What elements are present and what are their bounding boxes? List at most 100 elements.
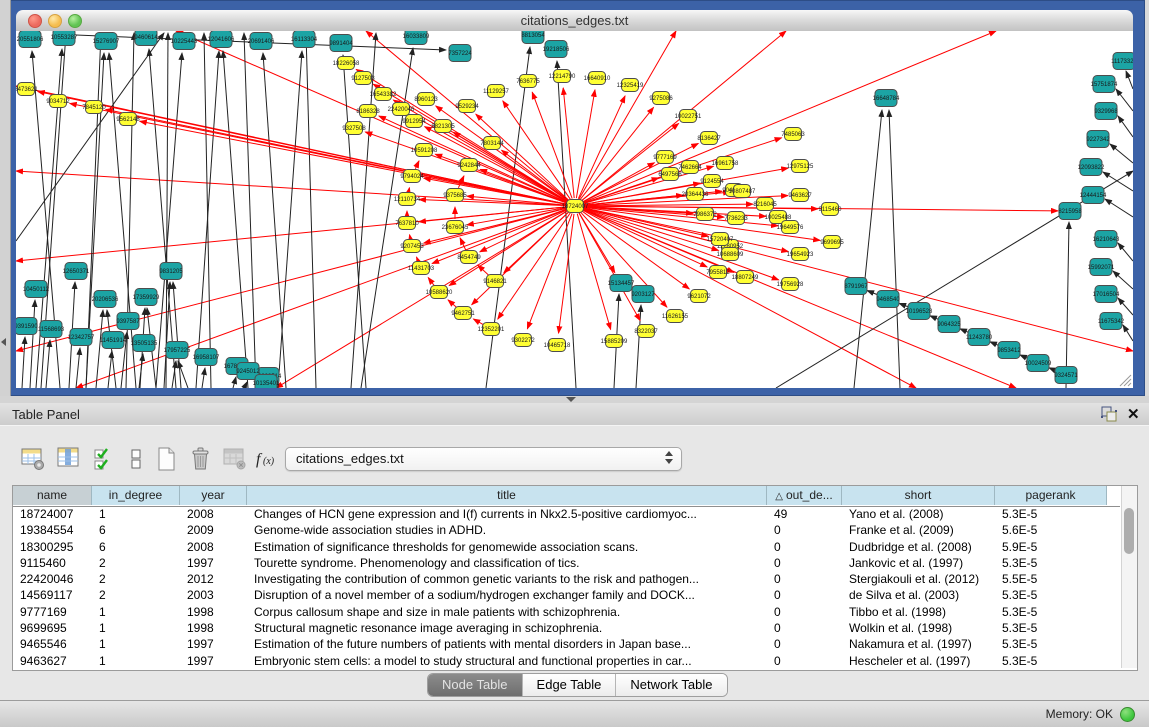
table-row[interactable]: 969969511998Structural magnetic resonanc… (13, 620, 1120, 636)
graph-node-label: 9794024 (400, 174, 424, 180)
table-cell: 2008 (180, 539, 246, 555)
table-cell: 22420046 (13, 571, 91, 587)
graph-node-label: 12650371 (63, 269, 90, 275)
column-header-name[interactable]: name (13, 486, 92, 505)
network-view-canvas[interactable]: 1872400710465718930227212352201946275110… (16, 31, 1133, 388)
sort-ascending-icon: △ (775, 491, 783, 502)
graph-node-label: 9327508 (342, 126, 366, 132)
graph-node-label: 9329968 (1094, 109, 1118, 115)
graph-node-label: 7845120 (82, 105, 106, 111)
table-cell: 1998 (180, 604, 246, 620)
graph-node-label: 8215958 (1058, 209, 1082, 215)
graph-node-label: 19218506 (543, 47, 570, 53)
graph-node-label: 20206536 (92, 297, 119, 303)
column-header-pagerank[interactable]: pagerank (995, 486, 1107, 505)
table-row[interactable]: 977716911998Corpus callosum shape and si… (13, 604, 1120, 620)
new-file-icon[interactable] (154, 446, 180, 472)
table-cell: Nakamura et al. (1997) (842, 636, 994, 652)
graph-node-label: 12093822 (1078, 165, 1105, 171)
table-cell: 2012 (180, 571, 246, 587)
node-table: namein_degreeyeartitle△out_de...shortpag… (12, 485, 1138, 671)
network-canvas-svg: 1872400710465718930227212352201946275110… (16, 31, 1133, 388)
panel-collapse-arrow-icon[interactable] (1, 338, 6, 346)
graph-node-label: 9777169 (653, 155, 677, 161)
table-chooser-value: citations_edges.txt (296, 451, 404, 466)
graph-node-label: 10024509 (1025, 361, 1052, 367)
graph-node-label: 9034712 (46, 99, 70, 105)
table-cell: 9699695 (13, 620, 91, 636)
graph-node-label: 7736233 (724, 216, 748, 222)
column-header-year[interactable]: year (180, 486, 247, 505)
graph-node-label: 8791967 (844, 284, 868, 290)
graph-node-label: 10591208 (411, 148, 438, 154)
trash-icon[interactable] (188, 446, 214, 472)
resize-grip-icon[interactable] (1119, 374, 1132, 387)
svg-text:(x): (x) (263, 456, 275, 467)
graph-node-label: 9275086 (649, 96, 673, 102)
table-cell: 0 (767, 555, 841, 571)
table-cell: 1 (92, 604, 179, 620)
graph-node-label: 16640910 (584, 76, 611, 82)
graph-node-label: 12214790 (549, 74, 576, 80)
graph-node-label: 10196528 (906, 309, 933, 315)
table-row[interactable]: 1456911722003Disruption of a novel membe… (13, 587, 1120, 603)
table-row[interactable]: 946362711997Embryonic stem cells: a mode… (13, 653, 1120, 669)
table-row[interactable]: 1830029562008Estimation of significance … (13, 539, 1120, 555)
split-pane-handle-icon[interactable] (566, 397, 576, 402)
table-row[interactable]: 911546021997Tourette syndrome. Phenomeno… (13, 555, 1120, 571)
table-row[interactable]: 946554611997Estimation of the future num… (13, 636, 1120, 652)
table-row[interactable]: 2242004622012Investigating the contribut… (13, 571, 1120, 587)
graph-node-label: 18724007 (562, 204, 589, 210)
table-cell: 9465546 (13, 636, 91, 652)
select-column-icon[interactable] (56, 446, 82, 472)
column-header-short[interactable]: short (842, 486, 995, 505)
tab-network-table[interactable]: Network Table (616, 674, 726, 696)
graph-node-label: 8960123 (414, 97, 438, 103)
table-settings-icon[interactable] (20, 446, 46, 472)
column-header-in_degree[interactable]: in_degree (92, 486, 180, 505)
table-chooser-dropdown[interactable]: citations_edges.txt (285, 447, 682, 471)
graph-node-label: 12352201 (478, 327, 505, 333)
graph-node-label: 10588620 (426, 290, 453, 296)
split-pane-divider[interactable] (0, 396, 1149, 403)
tab-edge-table[interactable]: Edge Table (523, 674, 617, 696)
table-cell: 2 (92, 587, 179, 603)
graph-node-label: 11626155 (662, 314, 689, 320)
delete-table-disabled-icon (222, 446, 248, 472)
graph-node-label: 9375685 (443, 193, 467, 199)
table-scrollbar[interactable] (1121, 486, 1137, 668)
graph-node-label: 16113304 (291, 37, 318, 43)
window-titlebar[interactable]: citations_edges.txt (16, 10, 1133, 32)
float-panel-icon[interactable] (1100, 406, 1118, 422)
graph-node-label: 11431703 (408, 266, 435, 272)
memory-status-label: Memory: OK (1046, 707, 1113, 721)
table-cell: Yano et al. (2008) (842, 506, 994, 522)
svg-text:f: f (256, 451, 263, 468)
graph-node-label: 7955812 (706, 270, 730, 276)
table-cell: 1 (92, 620, 179, 636)
table-cell: 5.3E-5 (995, 587, 1106, 603)
column-header-title[interactable]: title (247, 486, 767, 505)
function-builder-icon[interactable]: f (x) (254, 446, 284, 472)
select-checked-rows-icon[interactable] (92, 446, 118, 472)
table-cell: 5.5E-5 (995, 571, 1106, 587)
tab-node-table[interactable]: Node Table (428, 674, 523, 696)
table-cell: 5.3E-5 (995, 555, 1106, 571)
table-cell: 0 (767, 653, 841, 669)
status-bar: Memory: OK (0, 700, 1149, 727)
scrollbar-thumb[interactable] (1124, 508, 1134, 554)
close-panel-icon[interactable]: ✕ (1127, 405, 1140, 423)
table-panel-title: Table Panel (12, 407, 80, 422)
table-cell: Embryonic stem cells: a model to study s… (247, 653, 766, 669)
graph-node-label: 10135401 (253, 381, 280, 387)
graph-node-label: 10688609 (717, 252, 744, 258)
graph-node-label: 9699695 (820, 240, 844, 246)
column-header-out_de[interactable]: △out_de... (767, 486, 842, 505)
right-panel-edge (1145, 0, 1149, 396)
graph-node-label: 15885209 (601, 339, 628, 345)
table-row[interactable]: 1938455462009Genome-wide association stu… (13, 522, 1120, 538)
combo-arrows-icon (665, 451, 673, 464)
unchecked-rows-icon[interactable] (124, 446, 150, 472)
graph-node-label: 12325419 (617, 83, 644, 89)
table-row[interactable]: 1872400712008Changes of HCN gene express… (13, 506, 1120, 522)
